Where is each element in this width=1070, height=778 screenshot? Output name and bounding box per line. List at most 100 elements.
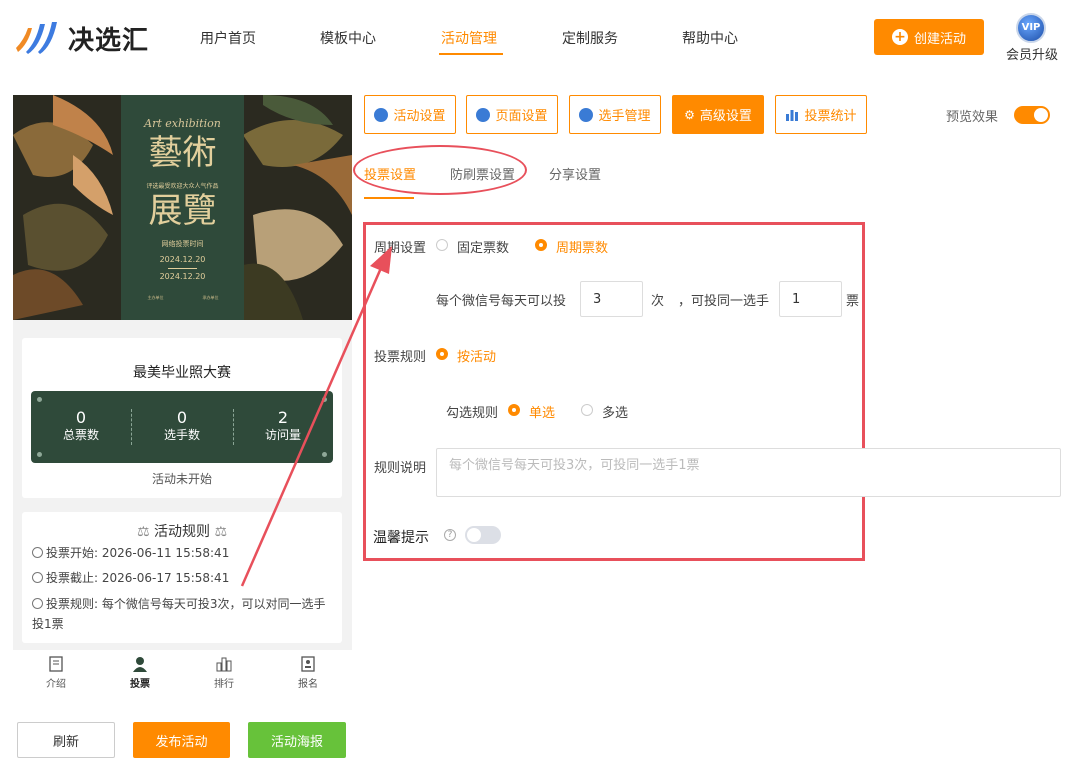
create-activity-label: 创建活动 xyxy=(913,31,966,47)
tab-player-management[interactable]: 选手管理 xyxy=(569,95,661,134)
radio-fixed-votes[interactable] xyxy=(436,239,448,251)
rule-description-textarea[interactable] xyxy=(436,448,1061,497)
vip-upgrade-link[interactable]: 会员升级 xyxy=(1006,44,1058,63)
activity-poster: Art exhibition 藝術 评选最受欢迎大众人气作品 展覽 网络投票时间… xyxy=(13,95,352,320)
preview-effect-toggle[interactable] xyxy=(1014,106,1050,124)
radio-multi-choice[interactable] xyxy=(581,404,593,416)
stat-label: 总票数 xyxy=(62,428,99,442)
rule-label: 投票截止: xyxy=(46,571,99,585)
stat-total-votes: 0 总票数 xyxy=(31,409,131,443)
nav-help-center[interactable]: 帮助中心 xyxy=(682,28,738,48)
bar-chart-icon xyxy=(786,109,799,121)
tip-label: 温馨提示 xyxy=(373,530,429,546)
tab-intro[interactable]: 介绍 xyxy=(31,656,81,690)
clock-icon xyxy=(32,572,43,583)
clock-icon xyxy=(32,547,43,558)
users-icon xyxy=(579,107,594,122)
subtab-active-underline xyxy=(364,197,414,199)
rules-heading: ⚖ 活动规则 ⚖ xyxy=(22,521,342,541)
poster-footer-right: 承办单位 xyxy=(202,295,219,300)
per-day-unit: 次 xyxy=(651,294,665,309)
tab-signup-label: 报名 xyxy=(298,679,318,690)
same-player-unit: 票 xyxy=(846,294,860,309)
rule-value: 2026-06-17 15:58:41 xyxy=(101,571,230,585)
radio-by-activity[interactable] xyxy=(436,348,448,360)
top-header: 决选汇 用户首页 模板中心 活动管理 定制服务 帮助中心 + 创建活动 VIP … xyxy=(0,0,1070,76)
tab-vote[interactable]: 投票 xyxy=(115,656,165,690)
vote-rule-label: 投票规则 xyxy=(374,350,427,365)
radio-single-choice[interactable] xyxy=(508,404,520,416)
toggle-knob xyxy=(1034,108,1048,122)
rule-description-label: 规则说明 xyxy=(374,461,427,476)
poster-date-end: 2024.12.20 xyxy=(159,272,206,281)
nav-custom-service[interactable]: 定制服务 xyxy=(562,28,618,48)
document-icon xyxy=(49,656,63,672)
signup-icon xyxy=(301,656,315,672)
contest-title: 最美毕业照大赛 xyxy=(133,365,231,381)
nav-active-underline xyxy=(439,53,503,55)
poster-subtitle: 评选最受欢迎大众人气作品 xyxy=(146,183,219,190)
tab-ranking-label: 排行 xyxy=(214,679,234,690)
stat-value: 2 xyxy=(277,408,289,427)
poster-date-start: 2024.12.20 xyxy=(159,255,206,264)
per-day-votes-input[interactable] xyxy=(580,281,643,317)
help-icon[interactable]: ? xyxy=(444,529,456,541)
user-icon xyxy=(133,657,147,672)
vip-icon[interactable]: VIP xyxy=(1016,13,1046,43)
radio-by-activity-label[interactable]: 按活动 xyxy=(457,346,496,365)
radio-periodic-votes[interactable] xyxy=(535,239,547,251)
rules-title: 活动规则 xyxy=(154,524,210,540)
refresh-button[interactable]: 刷新 xyxy=(17,722,115,758)
stat-value: 0 xyxy=(176,408,188,427)
tab-ranking[interactable]: 排行 xyxy=(199,656,249,690)
contest-info-card: 最美毕业照大赛 0 总票数 0 选手数 2 访问量 活动未开始 xyxy=(22,338,342,498)
stat-visits: 2 访问量 xyxy=(233,409,333,443)
preview-effect-label: 预览效果 xyxy=(946,110,999,125)
poster-title-line1: 藝術 xyxy=(148,133,217,173)
tab-vote-statistics[interactable]: 投票统计 xyxy=(775,95,867,134)
tab-vote-label: 投票 xyxy=(130,679,150,690)
same-player-votes-input[interactable] xyxy=(779,281,842,317)
publish-activity-button[interactable]: 发布活动 xyxy=(133,722,230,758)
tab-activity-settings[interactable]: 活动设置 xyxy=(364,95,456,134)
nav-template-center[interactable]: 模板中心 xyxy=(320,28,376,48)
activity-poster-button[interactable]: 活动海报 xyxy=(248,722,346,758)
poster-script-title: Art exhibition xyxy=(144,117,221,130)
nav-user-home[interactable]: 用户首页 xyxy=(200,28,256,48)
settings-sliders-icon: ⚙ xyxy=(684,107,695,122)
stat-label: 访问量 xyxy=(264,428,301,442)
plus-icon: + xyxy=(891,29,908,45)
radio-multi-choice-label[interactable]: 多选 xyxy=(602,402,628,421)
mobile-tab-bar: 介绍 投票 排行 报名 xyxy=(13,650,352,694)
radio-single-choice-label[interactable]: 单选 xyxy=(529,402,555,421)
tab-signup[interactable]: 报名 xyxy=(283,656,333,690)
subtab-share-settings[interactable]: 分享设置 xyxy=(549,164,601,183)
toggle-knob xyxy=(467,528,481,542)
tip-toggle[interactable] xyxy=(465,526,501,544)
annotation-ellipse xyxy=(353,145,527,195)
tab-page-settings[interactable]: 页面设置 xyxy=(466,95,558,134)
nav-activity-management[interactable]: 活动管理 xyxy=(441,28,497,48)
rule-label: 投票规则: xyxy=(46,597,99,611)
stats-corner-dot xyxy=(37,452,42,457)
rule-label: 投票开始: xyxy=(46,546,99,560)
gavel-icon: ⚖ xyxy=(136,524,150,540)
stat-contestants: 0 选手数 xyxy=(132,409,232,443)
check-rule-label: 勾选规则 xyxy=(446,406,499,421)
stats-corner-dot xyxy=(322,452,327,457)
tab-advanced-settings[interactable]: ⚙ 高级设置 xyxy=(672,95,764,134)
poster-title-line2: 展覽 xyxy=(148,191,217,231)
rule-vote-start: 投票开始: 2026-06-11 15:58:41 xyxy=(32,543,229,563)
tab-player-management-label: 选手管理 xyxy=(598,109,651,124)
stat-value: 0 xyxy=(75,408,87,427)
logo-icon xyxy=(16,22,57,54)
stats-corner-dot xyxy=(37,397,42,402)
poster-footer-left: 主办单位 xyxy=(147,295,164,300)
create-activity-button[interactable]: + 创建活动 xyxy=(874,19,984,55)
stat-label: 选手数 xyxy=(163,428,200,442)
annotation-highlight-box xyxy=(363,222,865,561)
radio-fixed-votes-label[interactable]: 固定票数 xyxy=(457,237,509,256)
per-day-prefix: 每个微信号每天可以投 xyxy=(436,294,567,309)
radio-periodic-votes-label[interactable]: 周期票数 xyxy=(556,237,608,256)
stats-panel: 0 总票数 0 选手数 2 访问量 xyxy=(31,391,333,463)
